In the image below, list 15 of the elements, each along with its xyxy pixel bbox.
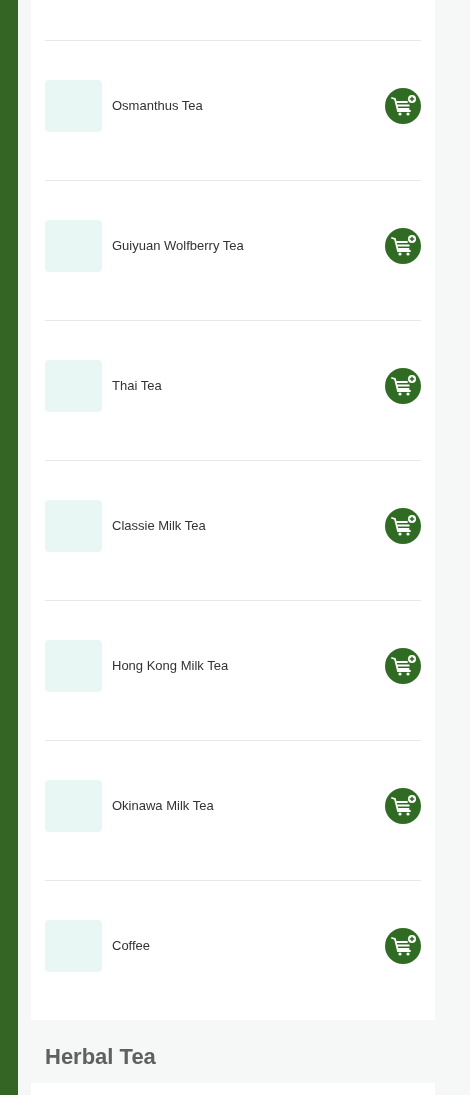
section-heading: Herbal Tea — [44, 1043, 157, 1071]
add-to-cart-button[interactable] — [385, 508, 421, 544]
add-to-cart-button[interactable] — [385, 228, 421, 264]
add-to-cart-button[interactable] — [385, 788, 421, 824]
product-name: Osmanthus Tea — [112, 97, 204, 116]
product-name: Classie Milk Tea — [112, 517, 207, 536]
add-to-cart-button[interactable] — [385, 648, 421, 684]
product-name: Coffee — [112, 937, 152, 956]
product-name: Thai Tea — [112, 377, 163, 396]
add-to-cart-button[interactable] — [385, 88, 421, 124]
add-to-cart-button[interactable] — [385, 368, 421, 404]
product-name: Okinawa Milk Tea — [112, 797, 215, 816]
product-name: Guiyuan Wolfberry Tea — [112, 237, 245, 256]
add-to-cart-button[interactable] — [385, 928, 421, 964]
product-name: Hong Kong Milk Tea — [112, 657, 230, 676]
